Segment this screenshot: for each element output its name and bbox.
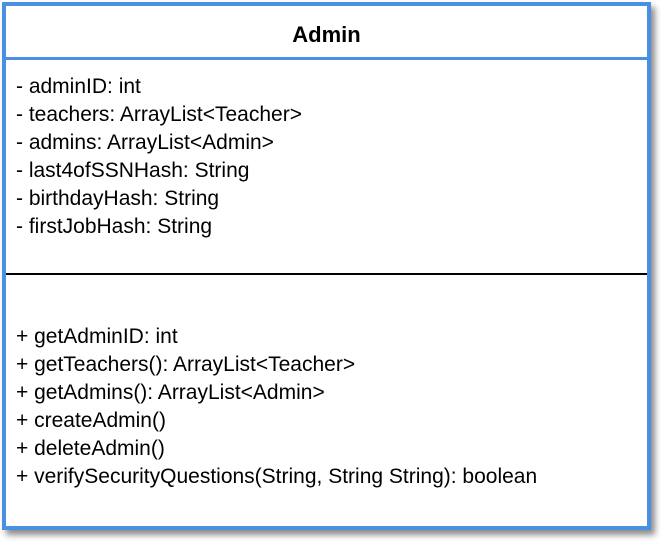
method-create-admin: + createAdmin(): [16, 409, 166, 432]
attribute-birthday-hash: - birthdayHash: String: [16, 187, 220, 210]
attribute-admins: - admins: ArrayList<Admin>: [16, 131, 274, 154]
compartment-divider: [6, 273, 647, 275]
methods-compartment: + getAdminID: int + getTeachers(): Array…: [16, 323, 537, 491]
method-verify-security-questions: + verifySecurityQuestions(String, String…: [16, 465, 538, 488]
attributes-compartment: - adminID: int - teachers: ArrayList<Tea…: [16, 73, 302, 241]
uml-class-box: Admin - adminID: int - teachers: ArrayLi…: [2, 2, 651, 530]
class-name: Admin: [292, 21, 361, 47]
method-get-admins: + getAdmins(): ArrayList<Admin>: [16, 381, 325, 404]
attribute-last4-ssn-hash: - last4ofSSNHash: String: [16, 159, 250, 182]
method-get-teachers: + getTeachers(): ArrayList<Teacher>: [16, 353, 356, 376]
class-header: Admin: [6, 6, 647, 60]
method-get-admin-id: + getAdminID: int: [16, 325, 178, 348]
attribute-teachers: - teachers: ArrayList<Teacher>: [16, 103, 302, 126]
attribute-admin-id: - adminID: int: [16, 75, 141, 98]
attribute-first-job-hash: - firstJobHash: String: [16, 215, 213, 238]
method-delete-admin: + deleteAdmin(): [16, 437, 165, 460]
